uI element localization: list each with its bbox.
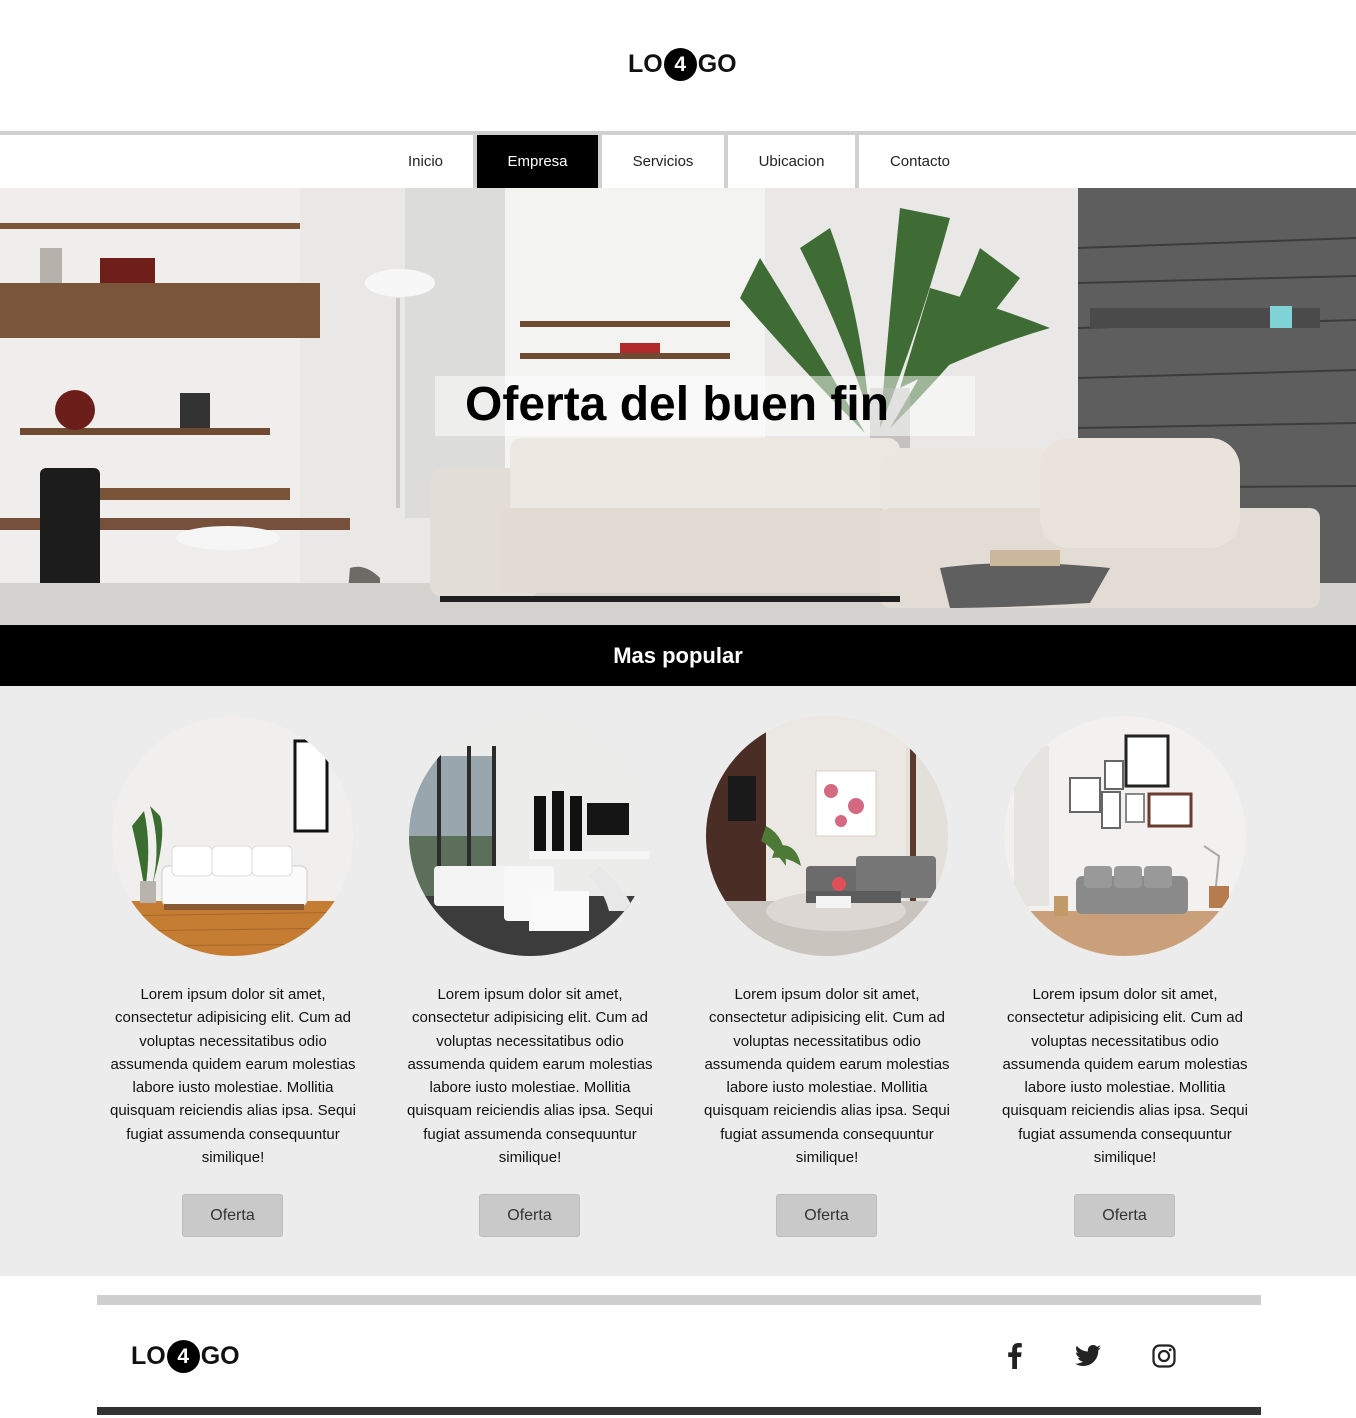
product-image[interactable]: [1004, 716, 1246, 956]
logo-text-right: GO: [200, 1342, 240, 1370]
footer-top-divider: [97, 1295, 1261, 1305]
oferta-button[interactable]: Oferta: [1074, 1194, 1175, 1237]
logo-text-left: LO: [131, 1342, 166, 1370]
instagram-icon[interactable]: [1150, 1342, 1178, 1370]
product-description: Lorem ipsum dolor sit amet, consectetur …: [1002, 986, 1248, 1167]
popular-section-title: Mas popular: [613, 642, 743, 668]
facebook-icon[interactable]: [1001, 1342, 1029, 1370]
hero-title: Oferta del buen fin: [465, 378, 890, 431]
product-card: Lorem ipsum dolor sit amet, consectetur …: [407, 686, 653, 1276]
logo-number-badge: 4: [663, 48, 697, 81]
main-nav: Inicio Empresa Servicios Ubicacion Conta…: [0, 135, 1356, 188]
product-description: Lorem ipsum dolor sit amet, consectetur …: [407, 986, 653, 1167]
popular-section-header: Mas popular: [0, 625, 1356, 686]
product-card: Lorem ipsum dolor sit amet, consectetur …: [110, 686, 356, 1276]
logo-number-badge: 4: [166, 1340, 200, 1373]
logo-text-right: GO: [697, 50, 737, 78]
nav-item-servicios[interactable]: Servicios: [602, 135, 724, 188]
oferta-button[interactable]: Oferta: [776, 1194, 877, 1237]
oferta-button[interactable]: Oferta: [182, 1194, 283, 1237]
product-image[interactable]: [706, 716, 948, 956]
product-card: Lorem ipsum dolor sit amet, consectetur …: [1002, 686, 1248, 1276]
oferta-button[interactable]: Oferta: [479, 1194, 580, 1237]
product-description: Lorem ipsum dolor sit amet, consectetur …: [704, 986, 950, 1167]
product-image[interactable]: [409, 716, 651, 956]
popular-products: Lorem ipsum dolor sit amet, consectetur …: [0, 686, 1356, 1276]
logo-text-left: LO: [628, 50, 663, 78]
header-logo[interactable]: LO 4 GO: [628, 48, 737, 81]
twitter-icon[interactable]: [1074, 1342, 1102, 1370]
footer-bottom-divider: [97, 1407, 1261, 1415]
footer-logo[interactable]: LO 4 GO: [131, 1340, 240, 1373]
hero-banner: Oferta del buen fin: [0, 188, 1356, 625]
product-description: Lorem ipsum dolor sit amet, consectetur …: [110, 986, 356, 1167]
nav-item-inicio[interactable]: Inicio: [378, 135, 473, 188]
nav-item-empresa[interactable]: Empresa: [477, 135, 598, 188]
nav-item-ubicacion[interactable]: Ubicacion: [728, 135, 855, 188]
product-image[interactable]: [112, 716, 354, 956]
product-card: Lorem ipsum dolor sit amet, consectetur …: [704, 686, 950, 1276]
nav-item-contacto[interactable]: Contacto: [859, 135, 981, 188]
